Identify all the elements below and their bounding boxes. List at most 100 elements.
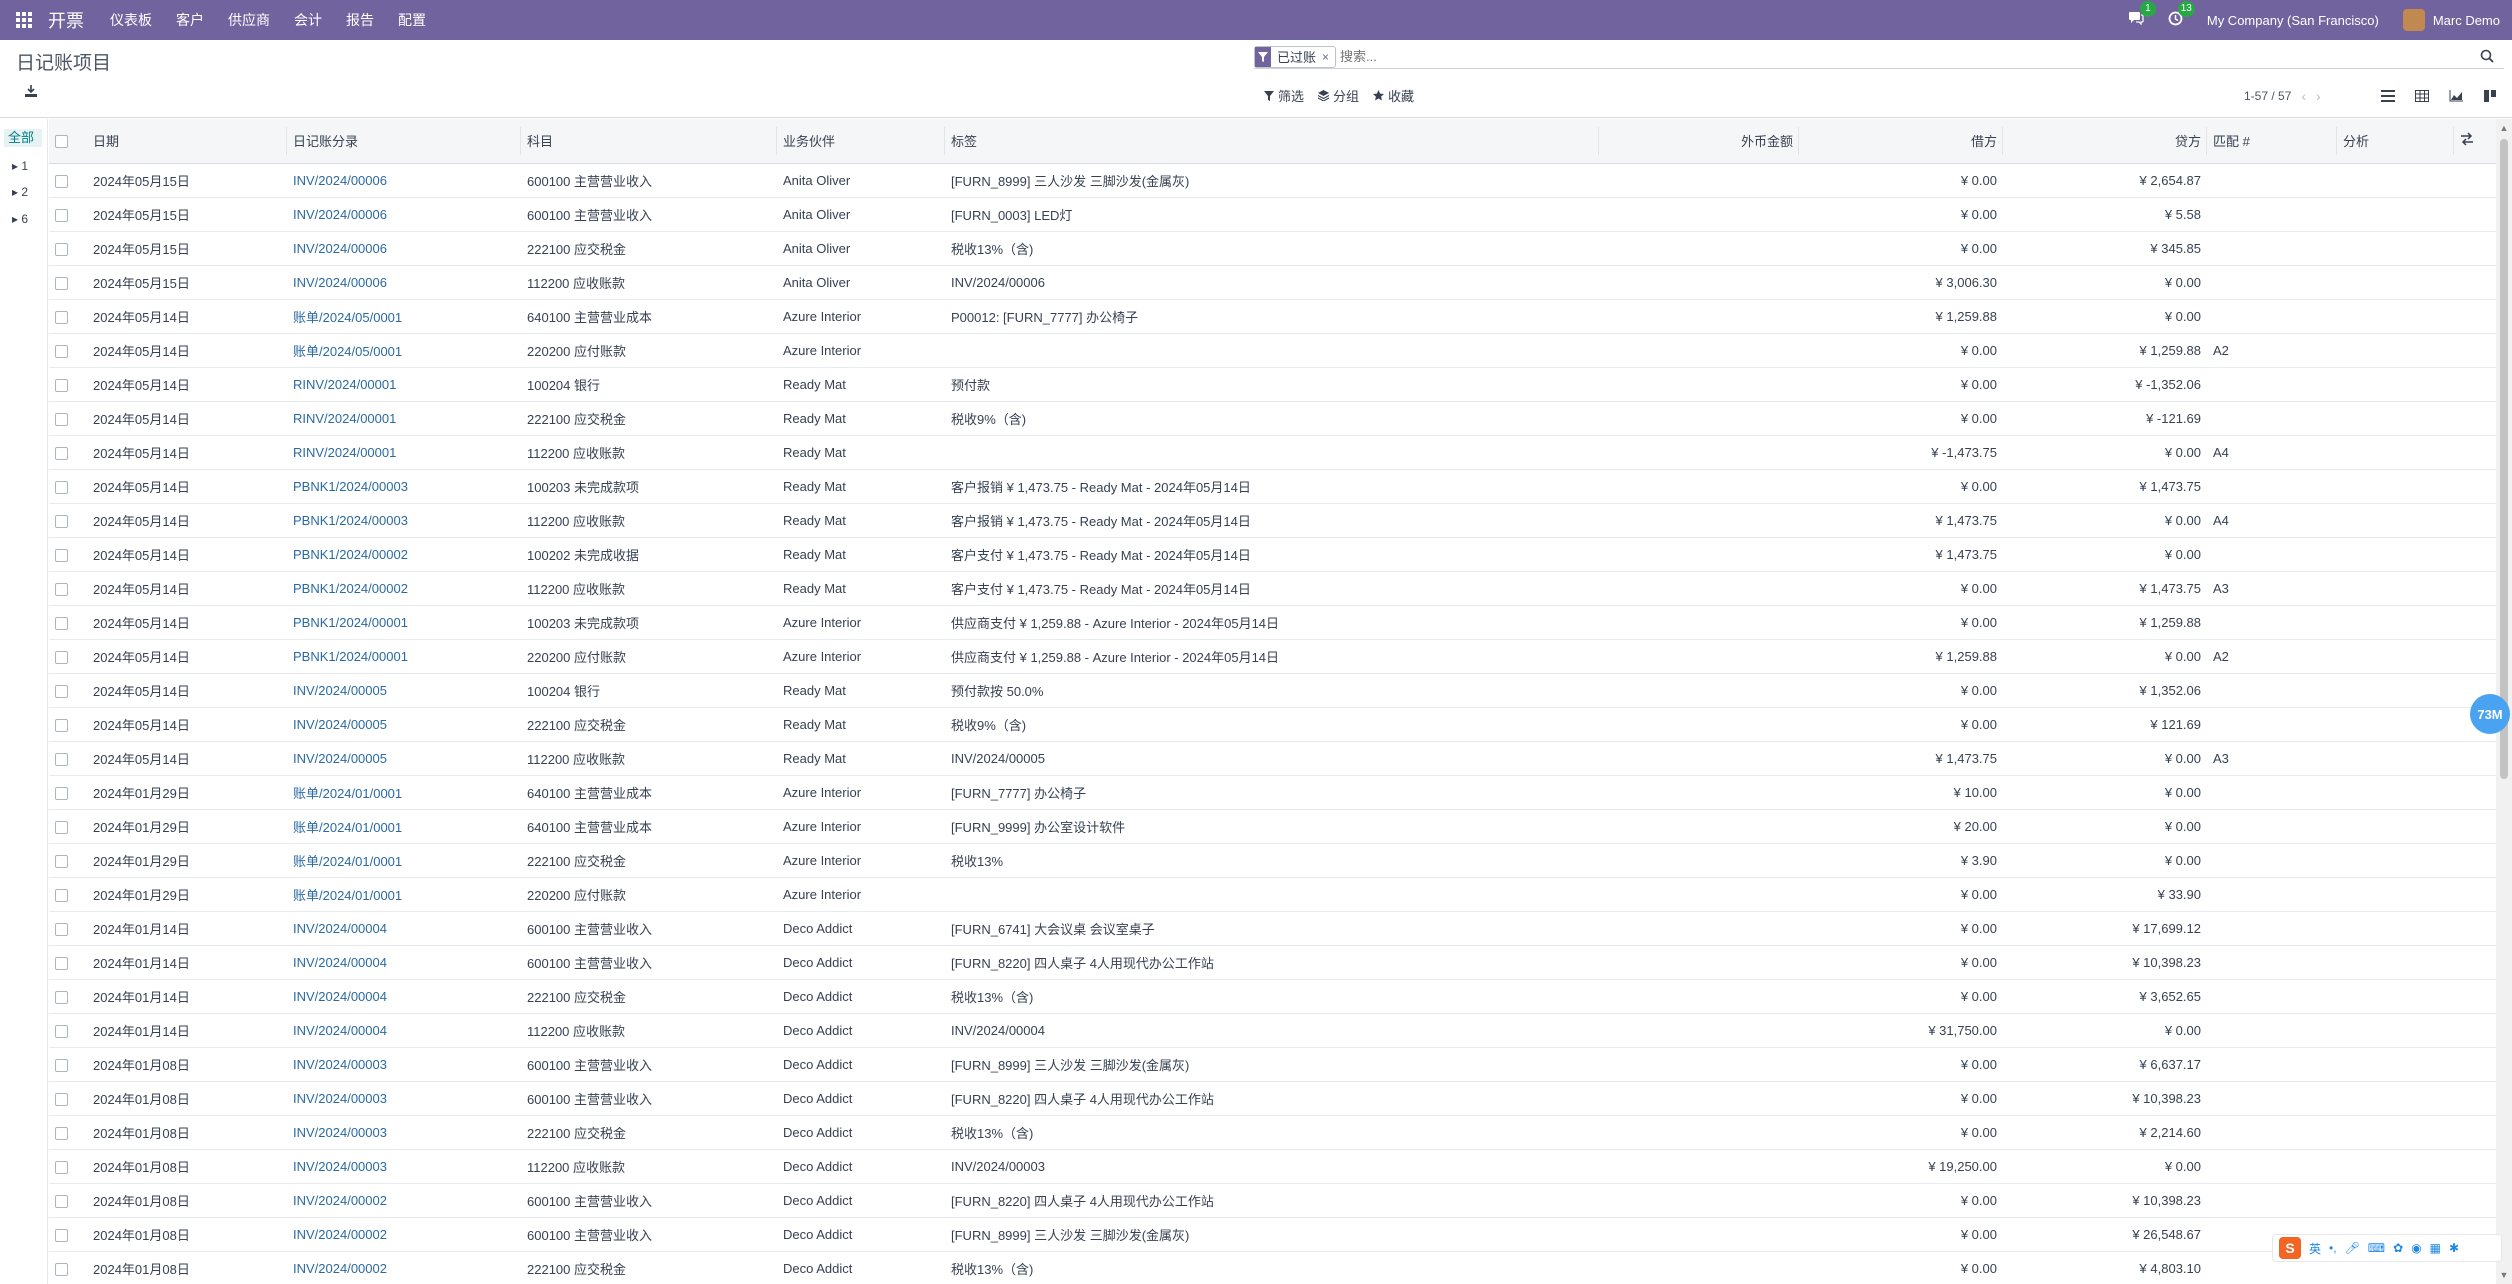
user-menu[interactable]: Marc Demo <box>2433 13 2500 28</box>
cell-partner[interactable]: Ready Mat <box>777 673 945 708</box>
row-checkbox[interactable] <box>55 1126 68 1140</box>
group-by-button[interactable]: 分组 <box>1318 86 1359 105</box>
cell-date[interactable]: 2024年01月29日 <box>87 843 287 878</box>
row-checkbox-cell[interactable] <box>49 571 87 606</box>
cell-match[interactable] <box>2207 673 2337 708</box>
row-checkbox-cell[interactable] <box>49 809 87 844</box>
cell-partner[interactable]: Deco Addict <box>777 1081 945 1116</box>
settings-icon[interactable]: ✱ <box>2449 1241 2459 1255</box>
row-checkbox-cell[interactable] <box>49 911 87 946</box>
side-node-6[interactable]: ▸ 6 <box>12 212 28 226</box>
cell-empty[interactable] <box>1599 911 1799 946</box>
cell-date[interactable]: 2024年05月14日 <box>87 299 287 334</box>
cell-label[interactable]: 预付款 <box>945 367 1599 402</box>
cell-empty[interactable] <box>2337 503 2454 538</box>
cell-credit[interactable]: ¥ 345.85 <box>2003 231 2207 266</box>
row-checkbox-cell[interactable] <box>49 367 87 402</box>
menu-reporting[interactable]: 报告 <box>346 10 374 30</box>
cell-move[interactable]: PBNK1/2024/00002 <box>287 537 521 572</box>
cell-date[interactable]: 2024年01月14日 <box>87 945 287 980</box>
row-checkbox[interactable] <box>55 854 68 868</box>
cell-move[interactable]: INV/2024/00004 <box>287 945 521 980</box>
cell-date[interactable]: 2024年05月14日 <box>87 741 287 776</box>
column-analytic[interactable]: 分析 <box>2337 119 2454 164</box>
side-item-all[interactable]: 全部 <box>4 129 42 147</box>
row-checkbox-cell[interactable] <box>49 469 87 504</box>
cell-label[interactable]: 税收13%（含) <box>945 1251 1599 1284</box>
cell-debit[interactable]: ¥ 0.00 <box>1799 979 2003 1014</box>
cell-empty[interactable] <box>2454 503 2496 538</box>
cell-label[interactable]: 税收13%（含) <box>945 979 1599 1014</box>
cell-partner[interactable]: Anita Oliver <box>777 163 945 198</box>
cell-credit[interactable]: ¥ 1,352.06 <box>2003 673 2207 708</box>
row-checkbox-cell[interactable] <box>49 775 87 810</box>
column-partner[interactable]: 业务伙伴 <box>777 119 945 164</box>
cell-account[interactable]: 222100 应交税金 <box>521 1115 777 1150</box>
cell-account[interactable]: 222100 应交税金 <box>521 231 777 266</box>
cell-account[interactable]: 600100 主营营业收入 <box>521 1183 777 1218</box>
skin-icon[interactable]: ✿ <box>2393 1241 2403 1255</box>
cell-partner[interactable]: Deco Addict <box>777 1217 945 1252</box>
row-checkbox[interactable] <box>55 956 68 970</box>
cell-label[interactable]: [FURN_6741] 大会议桌 会议室桌子 <box>945 911 1599 946</box>
cell-label[interactable]: P00012: [FURN_7777] 办公椅子 <box>945 299 1599 334</box>
row-checkbox-cell[interactable] <box>49 1183 87 1218</box>
cell-account[interactable]: 222100 应交税金 <box>521 401 777 436</box>
cell-empty[interactable] <box>2454 299 2496 334</box>
cell-debit[interactable]: ¥ 1,473.75 <box>1799 503 2003 538</box>
cell-label[interactable]: [FURN_8999] 三人沙发 三脚沙发(金属灰) <box>945 1047 1599 1082</box>
cell-match[interactable]: A4 <box>2207 435 2337 470</box>
cell-match[interactable] <box>2207 469 2337 504</box>
cell-credit[interactable]: ¥ 26,548.67 <box>2003 1217 2207 1252</box>
cell-empty[interactable] <box>2454 435 2496 470</box>
scroll-down-arrow-icon[interactable]: ▼ <box>2499 1270 2509 1280</box>
select-all-checkbox[interactable] <box>55 135 68 149</box>
row-checkbox-cell[interactable] <box>49 537 87 572</box>
cell-empty[interactable] <box>2337 231 2454 266</box>
cell-credit[interactable]: ¥ 0.00 <box>2003 741 2207 776</box>
cell-empty[interactable] <box>2337 945 2454 980</box>
cell-empty[interactable] <box>2337 1013 2454 1048</box>
cell-empty[interactable] <box>2337 741 2454 776</box>
cell-match[interactable] <box>2207 1081 2337 1116</box>
row-checkbox[interactable] <box>55 208 68 222</box>
cell-account[interactable]: 112200 应收账款 <box>521 503 777 538</box>
cell-empty[interactable] <box>2454 231 2496 266</box>
cell-empty[interactable] <box>1599 163 1799 198</box>
cell-credit[interactable]: ¥ 0.00 <box>2003 809 2207 844</box>
row-checkbox[interactable] <box>55 344 68 358</box>
cell-move[interactable]: INV/2024/00002 <box>287 1183 521 1218</box>
cell-empty[interactable] <box>1599 1251 1799 1284</box>
row-checkbox-cell[interactable] <box>49 945 87 980</box>
cell-label[interactable]: [FURN_8220] 四人桌子 4人用现代办公工作站 <box>945 945 1599 980</box>
cell-empty[interactable] <box>1599 231 1799 266</box>
cell-label[interactable]: 客户报销 ¥ 1,473.75 - Ready Mat - 2024年05月14… <box>945 469 1599 504</box>
cell-move[interactable]: 账单/2024/01/0001 <box>287 843 521 878</box>
cell-date[interactable]: 2024年01月08日 <box>87 1217 287 1252</box>
select-all-checkbox-cell[interactable] <box>49 119 87 164</box>
side-node-1[interactable]: ▸ 1 <box>12 159 28 173</box>
cell-account[interactable]: 112200 应收账款 <box>521 741 777 776</box>
cell-label[interactable]: 供应商支付 ¥ 1,259.88 - Azure Interior - 2024… <box>945 605 1599 640</box>
cell-label[interactable]: [FURN_8220] 四人桌子 4人用现代办公工作站 <box>945 1183 1599 1218</box>
graph-view-icon[interactable] <box>2440 84 2472 108</box>
row-checkbox[interactable] <box>55 378 68 392</box>
row-checkbox-cell[interactable] <box>49 1149 87 1184</box>
cell-date[interactable]: 2024年05月14日 <box>87 333 287 368</box>
cell-move[interactable]: INV/2024/00003 <box>287 1149 521 1184</box>
cell-move[interactable]: 账单/2024/05/0001 <box>287 333 521 368</box>
cell-partner[interactable]: Azure Interior <box>777 843 945 878</box>
cell-debit[interactable]: ¥ 0.00 <box>1799 877 2003 912</box>
cell-label[interactable]: 客户支付 ¥ 1,473.75 - Ready Mat - 2024年05月14… <box>945 537 1599 572</box>
cell-move[interactable]: RINV/2024/00001 <box>287 435 521 470</box>
cell-partner[interactable]: Ready Mat <box>777 503 945 538</box>
cell-date[interactable]: 2024年05月14日 <box>87 503 287 538</box>
cell-match[interactable] <box>2207 1047 2337 1082</box>
cell-partner[interactable]: Azure Interior <box>777 299 945 334</box>
cell-partner[interactable]: Azure Interior <box>777 877 945 912</box>
cell-match[interactable] <box>2207 843 2337 878</box>
cell-move[interactable]: INV/2024/00005 <box>287 741 521 776</box>
cell-label[interactable]: [FURN_8999] 三人沙发 三脚沙发(金属灰) <box>945 1217 1599 1252</box>
company-switcher[interactable]: My Company (San Francisco) <box>2207 13 2379 28</box>
cell-credit[interactable]: ¥ 5.58 <box>2003 197 2207 232</box>
